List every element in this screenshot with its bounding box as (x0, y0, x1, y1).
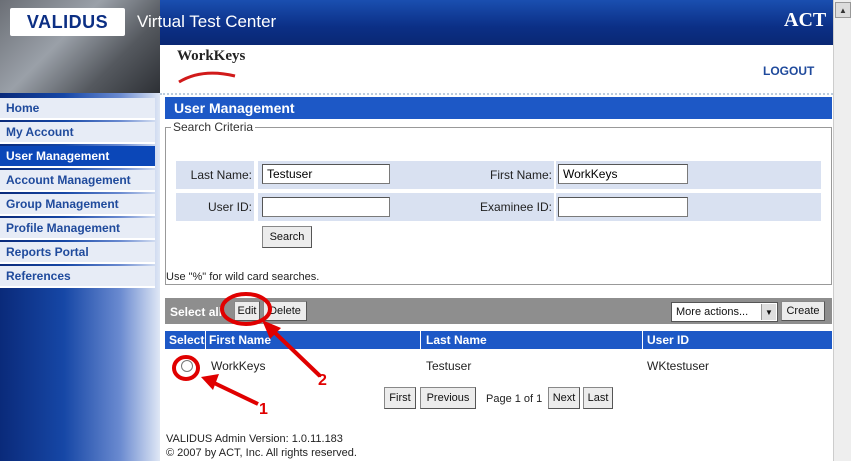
examinee-id-label: Examinee ID: (479, 200, 552, 214)
cell-first-name: WorkKeys (211, 359, 266, 373)
edit-button[interactable]: Edit (234, 301, 260, 321)
row-select-radio[interactable] (181, 360, 193, 372)
act-logo: ACT (784, 9, 827, 31)
column-divider (420, 331, 421, 349)
scrollbar[interactable] (833, 0, 851, 461)
arrow-1-shaft (211, 380, 259, 406)
delete-button[interactable]: Delete (263, 301, 307, 321)
chevron-down-icon[interactable]: ▼ (761, 304, 776, 320)
callout-2-label: 2 (318, 372, 327, 389)
sidebar-item-group-management[interactable]: Group Management (0, 194, 155, 216)
more-actions-value: More actions... (676, 306, 749, 318)
callout-1-label: 1 (259, 401, 268, 418)
user-id-input[interactable] (262, 197, 390, 217)
version-text: VALIDUS Admin Version: 1.0.11.183 (166, 433, 343, 445)
last-name-label: Last Name: (190, 168, 252, 182)
logout-link[interactable]: LOGOUT (763, 64, 814, 78)
column-divider (642, 331, 643, 349)
sidebar-item-profile-management[interactable]: Profile Management (0, 218, 155, 240)
validus-logo: VALIDUS (10, 8, 125, 36)
copyright-text: © 2007 by ACT, Inc. All rights reserved. (166, 447, 357, 459)
column-header-select: Select (169, 333, 205, 347)
workkeys-logo: WorkKeys (177, 48, 246, 64)
cell-user-id: WKtestuser (647, 359, 710, 373)
search-criteria-legend: Search Criteria (171, 120, 256, 134)
sidebar-item-user-management[interactable]: User Management (0, 146, 155, 168)
user-id-label: User ID: (207, 200, 252, 214)
cell-last-name: Testuser (426, 359, 472, 373)
sidebar-item-reports-portal[interactable]: Reports Portal (0, 242, 155, 264)
workkeys-swoosh-icon (178, 71, 236, 84)
wildcard-hint: Use "%" for wild card searches. (166, 271, 320, 283)
next-page-button[interactable]: Next (548, 387, 580, 409)
subheader (160, 45, 833, 95)
scroll-up-icon[interactable]: ▲ (835, 2, 851, 18)
previous-page-button[interactable]: Previous (420, 387, 476, 409)
page-title: User Management (165, 97, 832, 119)
first-name-input[interactable] (558, 164, 688, 184)
select-all-link[interactable]: Select all (170, 305, 222, 319)
column-header-first-name: First Name (209, 333, 272, 347)
last-name-input[interactable] (262, 164, 390, 184)
page-info: Page 1 of 1 (486, 393, 543, 405)
first-page-button[interactable]: First (384, 387, 416, 409)
column-header-last-name: Last Name (426, 333, 487, 347)
last-page-button[interactable]: Last (583, 387, 613, 409)
first-name-label: First Name: (489, 168, 552, 182)
examinee-id-input[interactable] (558, 197, 688, 217)
sidebar-item-references[interactable]: References (0, 266, 155, 288)
search-button[interactable]: Search (262, 226, 312, 248)
column-header-user-id: User ID (647, 333, 690, 347)
create-button[interactable]: Create (781, 301, 825, 321)
more-actions-select[interactable]: More actions... ▼ (671, 302, 778, 322)
app-title: Virtual Test Center (137, 12, 277, 31)
column-divider (205, 331, 206, 349)
sidebar-item-account-management[interactable]: Account Management (0, 170, 155, 192)
sidebar-item-my-account[interactable]: My Account (0, 122, 155, 144)
arrow-1-head-icon (201, 374, 219, 390)
sidebar-item-home[interactable]: Home (0, 98, 155, 120)
